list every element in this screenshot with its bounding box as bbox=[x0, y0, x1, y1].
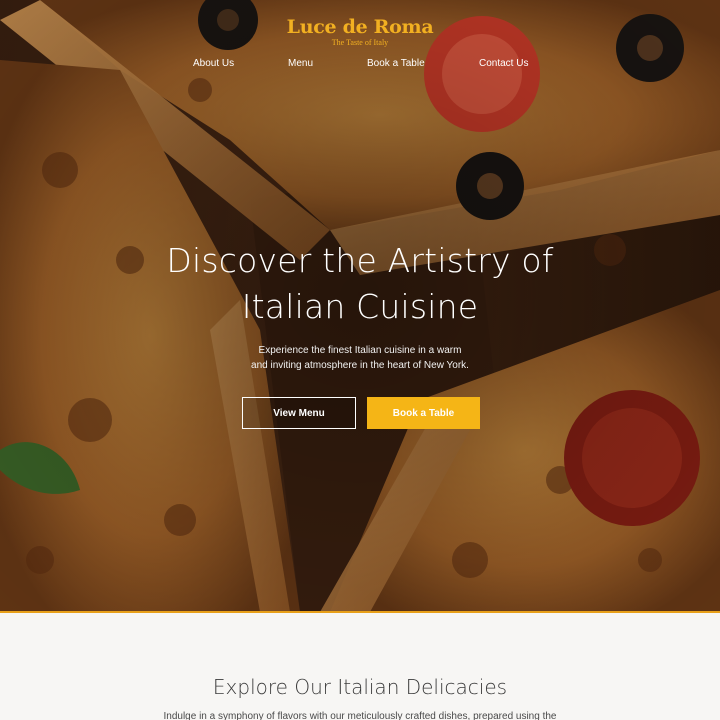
section-description: Indulge in a symphony of flavors with ou… bbox=[163, 711, 557, 720]
nav-item-contact-us[interactable]: Contact Us bbox=[479, 58, 528, 69]
brand-name: Luce de Roma bbox=[286, 16, 434, 38]
nav-item-menu[interactable]: Menu bbox=[288, 58, 313, 69]
main-nav: About Us Menu Book a Table Contact Us bbox=[0, 58, 720, 74]
hero-subtitle-line-1: Experience the finest Italian cuisine in… bbox=[258, 345, 462, 356]
hero-divider bbox=[0, 611, 720, 613]
hero-title-line-1: Discover the Artistry of bbox=[166, 241, 554, 280]
view-menu-button[interactable]: View Menu bbox=[242, 397, 356, 429]
nav-item-book-a-table[interactable]: Book a Table bbox=[367, 58, 425, 69]
brand-logo[interactable]: Luce de Roma The Taste of Italy bbox=[0, 15, 720, 47]
hero-subtitle: Experience the finest Italian cuisine in… bbox=[0, 343, 720, 373]
hero-subtitle-line-2: and inviting atmosphere in the heart of … bbox=[251, 360, 469, 371]
book-table-button[interactable]: Book a Table bbox=[367, 397, 480, 429]
section-title: Explore Our Italian Delicacies bbox=[212, 675, 508, 699]
hero-title: Discover the Artistry of Italian Cuisine bbox=[0, 238, 720, 330]
hero-title-line-2: Italian Cuisine bbox=[241, 287, 479, 326]
nav-item-about-us[interactable]: About Us bbox=[193, 58, 234, 69]
brand-tagline: The Taste of Italy bbox=[331, 38, 389, 47]
